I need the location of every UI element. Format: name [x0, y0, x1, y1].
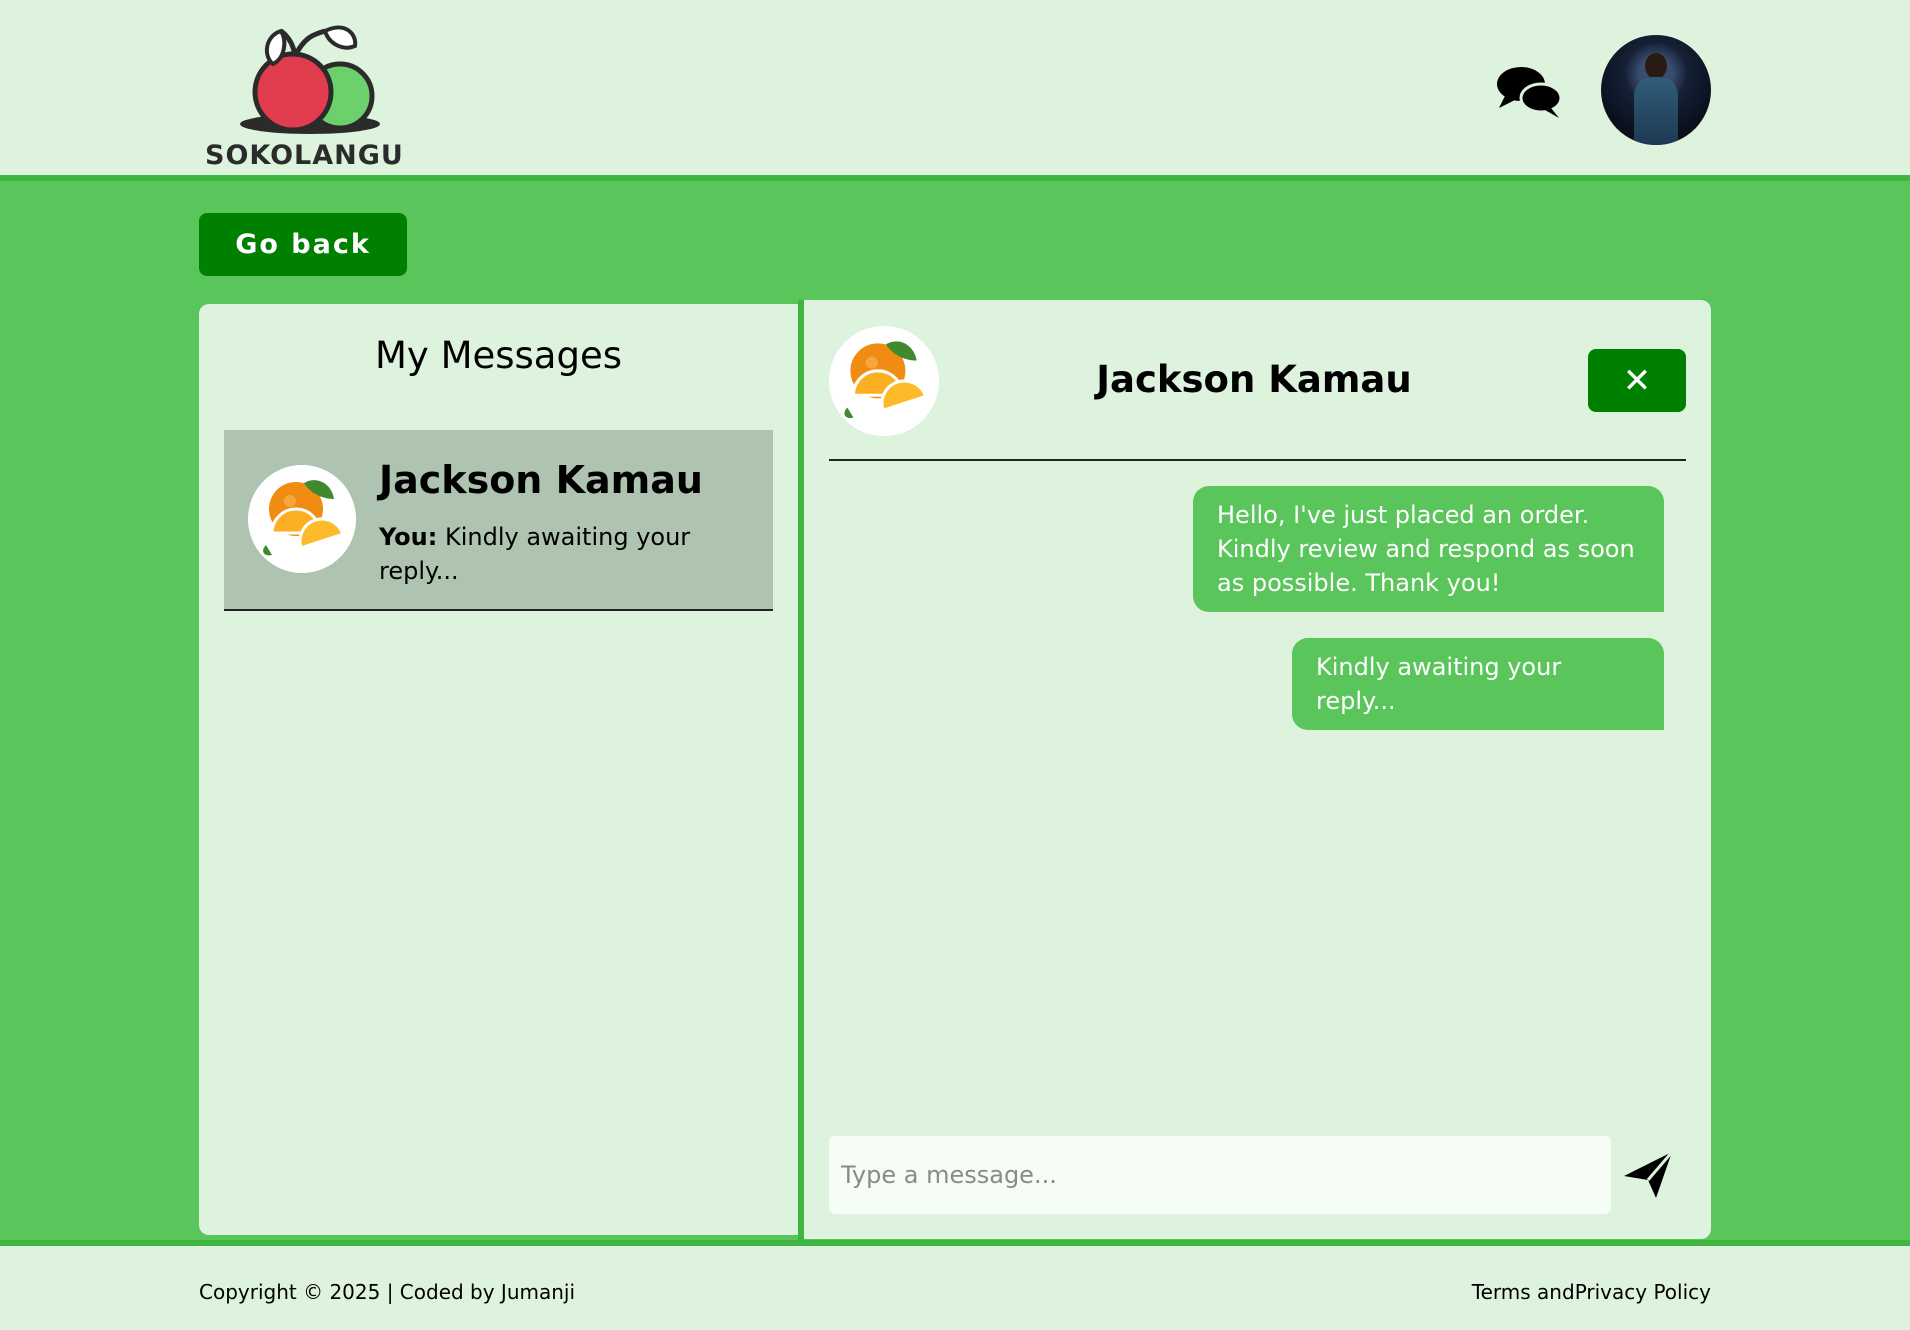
conversation-preview: You: Kindly awaiting your reply... [379, 520, 709, 588]
chat-divider [829, 459, 1686, 461]
close-chat-button[interactable]: ✕ [1588, 349, 1686, 412]
chat-header-avatar [829, 326, 939, 436]
privacy-link[interactable]: Privacy Policy [1575, 1280, 1711, 1304]
footer-links: Terms andPrivacy Policy [1472, 1280, 1711, 1304]
logo-text: SOKOLANGU [205, 140, 404, 171]
site-footer: Copyright © 2025 | Coded by Jumanji Term… [0, 1240, 1910, 1330]
chat-window: Jackson Kamau ✕ Hello, I've just placed … [804, 300, 1711, 1239]
conversation-avatar [248, 465, 356, 573]
preview-prefix: You: [379, 523, 438, 551]
site-header: SOKOLANGU [0, 0, 1910, 181]
go-back-button[interactable]: Go back [199, 213, 407, 276]
chat-title: Jackson Kamau [1096, 358, 1412, 401]
orange-icon [248, 465, 356, 573]
sidebar-title: My Messages [374, 334, 623, 377]
terms-link[interactable]: Terms and [1472, 1280, 1575, 1304]
copyright-text: Copyright © 2025 | Coded by Jumanji [199, 1280, 576, 1304]
conversation-item[interactable]: Jackson Kamau You: Kindly awaiting your … [224, 430, 773, 611]
conversation-name: Jackson Kamau [379, 458, 703, 502]
messages-sidebar: My Messages Jackson Kamau You: Kindly aw… [199, 304, 798, 1235]
message-input[interactable] [829, 1136, 1611, 1214]
close-icon: ✕ [1622, 360, 1652, 401]
message-bubble: Kindly awaiting your reply... [1292, 638, 1664, 730]
chat-bubbles-icon[interactable] [1495, 62, 1565, 122]
send-plane-icon[interactable] [1620, 1146, 1676, 1202]
avatar-body [1634, 77, 1678, 145]
message-bubble: Hello, I've just placed an order. Kindly… [1193, 486, 1664, 612]
avatar-head [1645, 53, 1667, 79]
user-avatar[interactable] [1601, 35, 1711, 145]
orange-icon [829, 326, 939, 436]
